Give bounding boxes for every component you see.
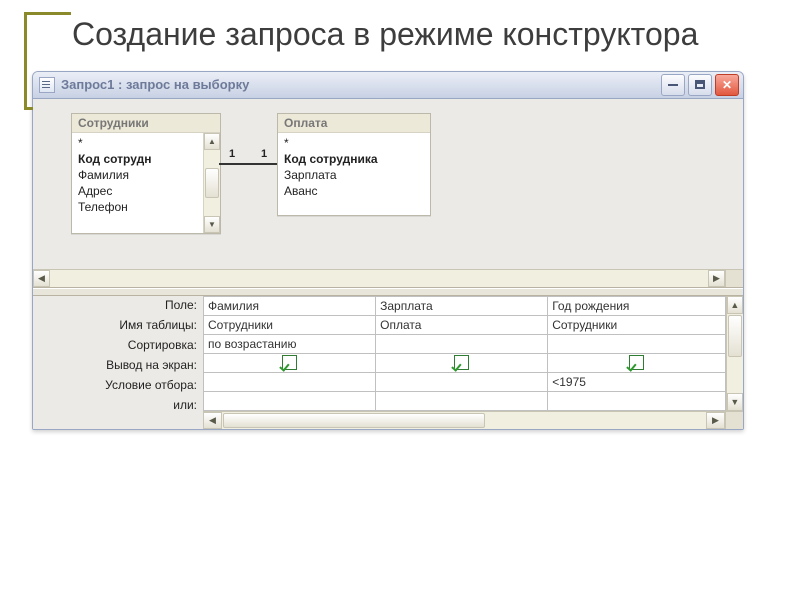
cell-or[interactable] [204,391,376,410]
slide-title: Создание запроса в режиме конструктора [60,16,776,53]
scroll-track[interactable] [222,412,706,429]
cell-criteria[interactable] [204,372,376,391]
cell-or[interactable] [376,391,548,410]
checkbox-checked-icon[interactable] [282,355,297,370]
field-item[interactable]: * [282,135,428,151]
cell-table[interactable]: Сотрудники [204,315,376,334]
scroll-thumb[interactable] [728,315,742,357]
pane-splitter[interactable] [33,288,743,296]
minimize-button[interactable] [661,74,685,96]
field-item[interactable]: * [76,135,218,151]
scroll-corner [725,270,743,287]
cell-or[interactable] [548,391,725,410]
close-icon: ✕ [722,79,732,91]
scroll-down-button[interactable]: ▼ [204,216,220,233]
cell-sort[interactable]: по возрастанию [204,334,376,353]
scroll-right-button[interactable]: ▶ [708,270,725,287]
cell-show[interactable] [548,353,725,372]
cell-field[interactable]: Год рождения [548,296,725,315]
window-title: Запрос1 : запрос на выборку [61,77,655,92]
field-item[interactable]: Адрес [76,183,218,199]
table-header: Сотрудники [72,114,220,133]
row-label-sort: Сортировка: [33,336,203,356]
window-titlebar[interactable]: Запрос1 : запрос на выборку ✕ [33,72,743,99]
cell-show[interactable] [204,353,376,372]
field-item[interactable]: Фамилия [76,167,218,183]
field-item[interactable]: Телефон [76,199,218,215]
row-label-field: Поле: [33,296,203,316]
grid-vertical-scrollbar[interactable]: ▲ ▼ [726,296,743,411]
maximize-button[interactable] [688,74,712,96]
scroll-thumb[interactable] [205,168,219,198]
cell-field[interactable]: Зарплата [376,296,548,315]
query-design-grid-pane: Поле: Имя таблицы: Сортировка: Вывод на … [33,296,743,429]
row-label-table: Имя таблицы: [33,316,203,336]
cell-show[interactable] [376,353,548,372]
title-bracket-decoration [24,12,71,110]
scroll-up-button[interactable]: ▲ [204,133,220,150]
cell-sort[interactable] [548,334,725,353]
field-list-scrollbar[interactable]: ▲ ▼ [203,133,220,233]
table-box-employees[interactable]: Сотрудники * Код сотрудн Фамилия Адрес Т… [71,113,221,234]
cell-table[interactable]: Оплата [376,315,548,334]
minimize-icon [668,84,678,86]
table-diagram-pane[interactable]: Сотрудники * Код сотрудн Фамилия Адрес Т… [33,99,743,288]
slide-title-area: Создание запроса в режиме конструктора [24,16,776,53]
scroll-up-button[interactable]: ▲ [727,296,743,314]
cell-criteria[interactable]: <1975 [548,372,725,391]
relation-cardinality-left: 1 [229,148,235,160]
field-list[interactable]: * Код сотрудн Фамилия Адрес Телефон [72,133,220,217]
field-list[interactable]: * Код сотрудника Зарплата Аванс [278,133,430,201]
diagram-horizontal-scrollbar[interactable]: ◀ ▶ [33,269,743,287]
scroll-left-button[interactable]: ◀ [203,412,222,429]
field-item[interactable]: Код сотрудн [76,151,218,167]
checkbox-checked-icon[interactable] [629,355,644,370]
table-header: Оплата [278,114,430,133]
cell-field[interactable]: Фамилия [204,296,376,315]
query-designer-window: Запрос1 : запрос на выборку ✕ Сотрудники… [32,71,744,430]
scroll-right-button[interactable]: ▶ [706,412,725,429]
table-box-payment[interactable]: Оплата * Код сотрудника Зарплата Аванс [277,113,431,216]
checkbox-checked-icon[interactable] [454,355,469,370]
grid-horizontal-scrollbar[interactable]: ◀ ▶ [203,411,743,429]
scroll-track[interactable] [50,270,708,287]
query-design-grid[interactable]: Фамилия Зарплата Год рождения Сотрудники… [203,296,726,411]
scroll-track[interactable] [727,314,743,393]
cell-sort[interactable] [376,334,548,353]
relation-cardinality-right: 1 [261,148,267,160]
grid-row-labels: Поле: Имя таблицы: Сортировка: Вывод на … [33,296,203,429]
field-item[interactable]: Код сотрудника [282,151,428,167]
cell-criteria[interactable] [376,372,548,391]
scroll-corner [725,412,743,429]
cell-table[interactable]: Сотрудники [548,315,725,334]
close-button[interactable]: ✕ [715,74,739,96]
field-item[interactable]: Аванс [282,183,428,199]
maximize-icon [695,80,705,89]
scroll-down-button[interactable]: ▼ [727,393,743,411]
row-label-or: или: [33,396,203,416]
row-label-show: Вывод на экран: [33,356,203,376]
query-icon [39,77,55,93]
relationship-line[interactable] [219,163,277,165]
scroll-left-button[interactable]: ◀ [33,270,50,287]
scroll-thumb[interactable] [223,413,485,428]
field-item[interactable]: Зарплата [282,167,428,183]
row-label-criteria: Условие отбора: [33,376,203,396]
